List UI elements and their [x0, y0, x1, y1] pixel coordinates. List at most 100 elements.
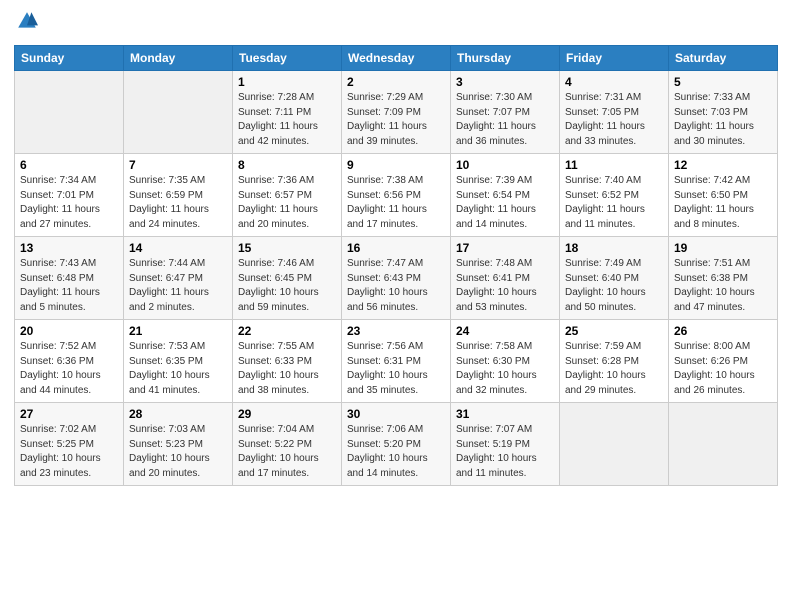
day-number: 14: [129, 241, 227, 255]
col-header-wednesday: Wednesday: [342, 46, 451, 71]
day-info: Sunrise: 7:47 AMSunset: 6:43 PMDaylight:…: [347, 257, 445, 315]
day-info: Sunrise: 7:58 AMSunset: 6:30 PMDaylight:…: [456, 340, 554, 398]
day-cell: 10Sunrise: 7:39 AMSunset: 6:54 PMDayligh…: [451, 154, 560, 237]
day-cell: 5 Sunrise: 7:33 AMSunset: 7:03 PMDaylight…: [669, 71, 778, 154]
day-info: Sunrise: 7:28 AMSunset: 7:11 PMDaylight:…: [238, 91, 336, 149]
day-number: 4: [565, 75, 663, 89]
day-info: Sunrise: 8:00 AMSunset: 6:26 PMDaylight:…: [674, 340, 772, 398]
col-header-tuesday: Tuesday: [233, 46, 342, 71]
day-info: Sunrise: 7:30 AMSunset: 7:07 PMDaylight:…: [456, 91, 554, 149]
day-cell: 2Sunrise: 7:29 AMSunset: 7:09 PMDaylight…: [342, 71, 451, 154]
day-cell: 14 Sunrise: 7:44 AMSunset: 6:47 PMDayligh…: [124, 237, 233, 320]
col-header-sunday: Sunday: [15, 46, 124, 71]
day-info: Sunrise: 7:34 AMSunset: 7:01 PMDaylight:…: [20, 174, 118, 232]
col-header-friday: Friday: [560, 46, 669, 71]
day-info: Sunrise: 7:53 AMSunset: 6:35 PMDaylight:…: [129, 340, 227, 398]
logo: [14, 10, 42, 37]
day-cell: [124, 71, 233, 154]
week-row-5: 27 Sunrise: 7:02 AMSunset: 5:25 PMDayligh…: [15, 403, 778, 486]
day-cell: [669, 403, 778, 486]
day-number: 28: [129, 407, 227, 421]
day-number: 15: [238, 241, 336, 255]
day-cell: 28 Sunrise: 7:03 AMSunset: 5:23 PMDayligh…: [124, 403, 233, 486]
day-number: 10: [456, 158, 554, 172]
day-info: Sunrise: 7:42 AMSunset: 6:50 PMDaylight:…: [674, 174, 772, 232]
day-number: 18: [565, 241, 663, 255]
day-number: 17: [456, 241, 554, 255]
day-number: 12: [674, 158, 772, 172]
day-cell: 9 Sunrise: 7:38 AMSunset: 6:56 PMDaylight…: [342, 154, 451, 237]
day-info: Sunrise: 7:04 AMSunset: 5:22 PMDaylight:…: [238, 423, 336, 481]
day-cell: 29 Sunrise: 7:04 AMSunset: 5:22 PMDayligh…: [233, 403, 342, 486]
day-number: 19: [674, 241, 772, 255]
day-cell: 20 Sunrise: 7:52 AMSunset: 6:36 PMDayligh…: [15, 320, 124, 403]
day-cell: 27 Sunrise: 7:02 AMSunset: 5:25 PMDayligh…: [15, 403, 124, 486]
day-info: Sunrise: 7:36 AMSunset: 6:57 PMDaylight:…: [238, 174, 336, 232]
day-info: Sunrise: 7:49 AMSunset: 6:40 PMDaylight:…: [565, 257, 663, 315]
day-cell: 26 Sunrise: 8:00 AMSunset: 6:26 PMDayligh…: [669, 320, 778, 403]
day-number: 2: [347, 75, 445, 89]
day-info: Sunrise: 7:40 AMSunset: 6:52 PMDaylight:…: [565, 174, 663, 232]
day-cell: 30Sunrise: 7:06 AMSunset: 5:20 PMDayligh…: [342, 403, 451, 486]
day-cell: 15 Sunrise: 7:46 AMSunset: 6:45 PMDayligh…: [233, 237, 342, 320]
page-header: [14, 10, 778, 37]
day-info: Sunrise: 7:48 AMSunset: 6:41 PMDaylight:…: [456, 257, 554, 315]
day-cell: 23Sunrise: 7:56 AMSunset: 6:31 PMDayligh…: [342, 320, 451, 403]
day-cell: 4Sunrise: 7:31 AMSunset: 7:05 PMDaylight…: [560, 71, 669, 154]
day-cell: 25Sunrise: 7:59 AMSunset: 6:28 PMDayligh…: [560, 320, 669, 403]
day-number: 6: [20, 158, 118, 172]
day-info: Sunrise: 7:55 AMSunset: 6:33 PMDaylight:…: [238, 340, 336, 398]
day-cell: [15, 71, 124, 154]
day-info: Sunrise: 7:03 AMSunset: 5:23 PMDaylight:…: [129, 423, 227, 481]
day-info: Sunrise: 7:51 AMSunset: 6:38 PMDaylight:…: [674, 257, 772, 315]
week-row-3: 13 Sunrise: 7:43 AMSunset: 6:48 PMDayligh…: [15, 237, 778, 320]
day-info: Sunrise: 7:59 AMSunset: 6:28 PMDaylight:…: [565, 340, 663, 398]
day-info: Sunrise: 7:33 AMSunset: 7:03 PMDaylight:…: [674, 91, 772, 149]
day-cell: 3Sunrise: 7:30 AMSunset: 7:07 PMDaylight…: [451, 71, 560, 154]
day-info: Sunrise: 7:56 AMSunset: 6:31 PMDaylight:…: [347, 340, 445, 398]
day-number: 13: [20, 241, 118, 255]
day-number: 9: [347, 158, 445, 172]
day-number: 11: [565, 158, 663, 172]
header-row: SundayMondayTuesdayWednesdayThursdayFrid…: [15, 46, 778, 71]
day-cell: 12 Sunrise: 7:42 AMSunset: 6:50 PMDayligh…: [669, 154, 778, 237]
logo-icon: [16, 10, 38, 32]
day-cell: 24 Sunrise: 7:58 AMSunset: 6:30 PMDayligh…: [451, 320, 560, 403]
col-header-saturday: Saturday: [669, 46, 778, 71]
day-number: 26: [674, 324, 772, 338]
day-number: 21: [129, 324, 227, 338]
week-row-4: 20 Sunrise: 7:52 AMSunset: 6:36 PMDayligh…: [15, 320, 778, 403]
day-cell: 13 Sunrise: 7:43 AMSunset: 6:48 PMDayligh…: [15, 237, 124, 320]
day-number: 5: [674, 75, 772, 89]
day-number: 22: [238, 324, 336, 338]
day-info: Sunrise: 7:02 AMSunset: 5:25 PMDaylight:…: [20, 423, 118, 481]
week-row-2: 6 Sunrise: 7:34 AMSunset: 7:01 PMDaylight…: [15, 154, 778, 237]
day-number: 31: [456, 407, 554, 421]
day-cell: 17 Sunrise: 7:48 AMSunset: 6:41 PMDayligh…: [451, 237, 560, 320]
day-cell: 11 Sunrise: 7:40 AMSunset: 6:52 PMDayligh…: [560, 154, 669, 237]
day-number: 27: [20, 407, 118, 421]
day-number: 16: [347, 241, 445, 255]
col-header-monday: Monday: [124, 46, 233, 71]
day-cell: 22 Sunrise: 7:55 AMSunset: 6:33 PMDayligh…: [233, 320, 342, 403]
day-cell: 19 Sunrise: 7:51 AMSunset: 6:38 PMDayligh…: [669, 237, 778, 320]
day-cell: 31Sunrise: 7:07 AMSunset: 5:19 PMDayligh…: [451, 403, 560, 486]
day-number: 29: [238, 407, 336, 421]
day-number: 7: [129, 158, 227, 172]
day-info: Sunrise: 7:38 AMSunset: 6:56 PMDaylight:…: [347, 174, 445, 232]
day-info: Sunrise: 7:44 AMSunset: 6:47 PMDaylight:…: [129, 257, 227, 315]
day-number: 24: [456, 324, 554, 338]
day-cell: 7Sunrise: 7:35 AMSunset: 6:59 PMDaylight…: [124, 154, 233, 237]
day-number: 8: [238, 158, 336, 172]
day-cell: 16 Sunrise: 7:47 AMSunset: 6:43 PMDayligh…: [342, 237, 451, 320]
day-number: 30: [347, 407, 445, 421]
day-info: Sunrise: 7:46 AMSunset: 6:45 PMDaylight:…: [238, 257, 336, 315]
day-number: 20: [20, 324, 118, 338]
day-info: Sunrise: 7:52 AMSunset: 6:36 PMDaylight:…: [20, 340, 118, 398]
calendar-table: SundayMondayTuesdayWednesdayThursdayFrid…: [14, 45, 778, 486]
day-cell: [560, 403, 669, 486]
day-info: Sunrise: 7:43 AMSunset: 6:48 PMDaylight:…: [20, 257, 118, 315]
calendar-page: SundayMondayTuesdayWednesdayThursdayFrid…: [0, 0, 792, 612]
day-cell: 8 Sunrise: 7:36 AMSunset: 6:57 PMDaylight…: [233, 154, 342, 237]
day-cell: 6 Sunrise: 7:34 AMSunset: 7:01 PMDaylight…: [15, 154, 124, 237]
